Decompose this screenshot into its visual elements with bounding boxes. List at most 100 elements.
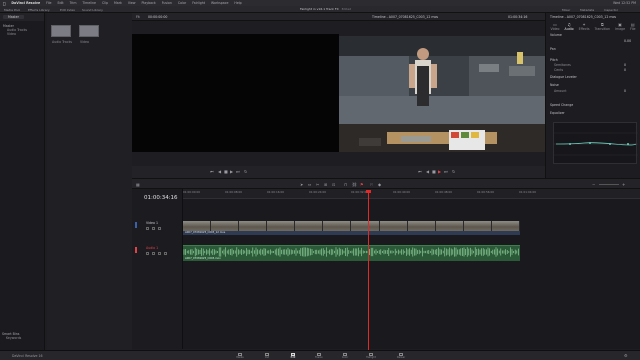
menu-playback[interactable]: Playback [141,1,155,5]
solo-icon[interactable] [158,252,161,255]
video-clip[interactable]: A007_07081625_C003_12 mos [183,221,520,235]
overwrite-icon[interactable]: ⊡ [332,182,335,187]
selection-tool-icon[interactable]: ➤ [300,182,303,187]
menu-help[interactable]: Help [234,1,241,5]
timeline-ruler[interactable]: 01:00:00:00 01:00:08:00 01:00:16:00 01:0… [183,189,640,199]
tab-transition[interactable]: ⧉ Transition [595,22,610,32]
folder-thumbnail[interactable]: Video [79,25,99,44]
section-equalizer[interactable]: Equalizer [550,111,565,115]
play-icon[interactable]: ▶ [438,169,441,174]
timeline-timecode[interactable]: 01:00:34:16 [144,195,178,201]
tab-file[interactable]: ▤ File [630,22,635,32]
sound-library-button[interactable]: Sound Library [82,8,103,12]
page-media[interactable]: Media [235,353,245,359]
tab-image[interactable]: ▣ Image [615,22,625,32]
flag-icon[interactable]: ⚐ [370,182,374,187]
timeline-viewer[interactable] [339,36,545,152]
menu-fairlight[interactable]: Fairlight [192,1,205,5]
page-fusion[interactable]: Fusion [314,353,324,359]
zoom-slider[interactable] [599,184,619,185]
blade-tool-icon[interactable]: ✂ [316,182,319,187]
edited-status: Edited [341,7,352,11]
track-view-icon[interactable]: ▦ [136,182,140,187]
insert-icon[interactable]: ⊞ [324,182,327,187]
skip-back-icon[interactable]: ⏮ [210,169,214,174]
page-deliver[interactable]: Deliver [396,353,406,359]
section-dialogue-leveler[interactable]: Dialogue Leveler [550,75,577,79]
auto-select-icon[interactable] [152,252,155,255]
source-viewer[interactable] [132,34,339,152]
track-label-a1[interactable]: Audio 1 [146,246,158,250]
play-reverse-icon[interactable]: ◀ [218,169,221,174]
menu-fusion[interactable]: Fusion [162,1,172,5]
menu-edit[interactable]: Edit [57,1,63,5]
pitch-semitones-value[interactable]: 0 [624,63,626,67]
play-icon[interactable]: ▶ [230,169,233,174]
lock-icon[interactable] [146,252,149,255]
loop-icon[interactable]: ↻ [244,169,247,174]
zoom-in-icon[interactable]: + [622,182,625,187]
effects-library-button[interactable]: Effects Library [28,8,50,12]
metadata-button[interactable]: Metadata [580,8,594,12]
page-cut[interactable]: Cut [262,353,272,359]
loop-icon[interactable]: ↻ [452,169,455,174]
page-color[interactable]: Color [340,353,350,359]
link-icon[interactable]: ⛓ [352,182,357,187]
zoom-out-icon[interactable]: − [592,182,595,187]
snapping-icon[interactable]: ⊓ [344,182,347,187]
page-edit[interactable]: Edit [288,353,298,359]
skip-forward-icon[interactable]: ⏭ [236,169,240,174]
pitch-cents-value[interactable]: 0 [624,68,626,72]
section-pan[interactable]: Pan [550,47,556,51]
smart-bin-keywords[interactable]: Keywords [2,336,21,340]
menu-mark[interactable]: Mark [114,1,122,5]
lock-icon[interactable] [146,227,149,230]
stop-icon[interactable]: ■ [224,169,228,174]
apple-icon[interactable]:  [3,1,5,6]
tab-audio[interactable]: ♫ Audio [565,22,574,32]
settings-icon[interactable]: ⚙ [624,353,628,358]
menu-trim[interactable]: Trim [70,1,77,5]
timeline-tracks[interactable]: 01:00:00:00 01:00:08:00 01:00:16:00 01:0… [183,189,640,349]
skip-forward-icon[interactable]: ⏭ [444,169,448,174]
play-reverse-icon[interactable]: ◀ [426,169,429,174]
tab-video[interactable]: ▭ Video [551,22,560,32]
menu-workspace[interactable]: Workspace [211,1,228,5]
noise-amount-value[interactable]: 0 [624,89,626,93]
auto-select-icon[interactable] [152,227,155,230]
skip-back-icon[interactable]: ⏮ [418,169,422,174]
edit-index-button[interactable]: Edit Index [60,8,75,12]
menu-view[interactable]: View [128,1,136,5]
bin-dropdown[interactable]: Master [3,15,24,19]
menu-timeline[interactable]: Timeline [82,1,96,5]
viewer-timeline-name[interactable]: Timeline - A007_07081625_C003_12 mos [372,15,438,19]
media-pool-button[interactable]: Media Pool [4,8,20,12]
mixer-button[interactable]: Mixer [562,8,570,12]
track-label-v1[interactable]: Video 1 [146,221,158,225]
stop-icon[interactable]: ■ [432,169,436,174]
ruler-tick: 01:00:00:00 [183,190,201,194]
section-speed-change[interactable]: Speed Change [550,103,573,107]
trim-tool-icon[interactable]: ⇔ [308,182,311,187]
viewer-zoom[interactable]: Fit [136,15,140,19]
mute-icon[interactable] [164,252,167,255]
folder-thumbnail[interactable]: Audio Tracks [51,25,72,44]
bin-item-video[interactable]: Video [3,32,41,36]
menu-color[interactable]: Color [178,1,186,5]
menu-clip[interactable]: Clip [102,1,108,5]
menu-file[interactable]: File [46,1,51,5]
position-lock-icon[interactable]: ⚑ [360,182,364,187]
equalizer-graph[interactable] [553,122,638,164]
volume-value[interactable]: 0.00 [624,39,631,43]
section-volume[interactable]: Volume [550,33,562,37]
tab-effects[interactable]: ✦ Effects [579,22,590,32]
section-pitch[interactable]: Pitch [550,58,558,62]
marker-icon[interactable]: ◆ [378,182,381,187]
section-noise[interactable]: Noise [550,83,559,87]
eye-icon[interactable] [158,227,161,230]
audio-clip[interactable]: A007_07081625_C003.mov [183,245,520,261]
app-menu[interactable]: DaVinci Resolve [11,1,40,5]
inspector-button[interactable]: Inspector [604,8,618,12]
page-fairlight[interactable]: Fairlight [366,353,376,359]
playhead[interactable] [368,190,369,350]
